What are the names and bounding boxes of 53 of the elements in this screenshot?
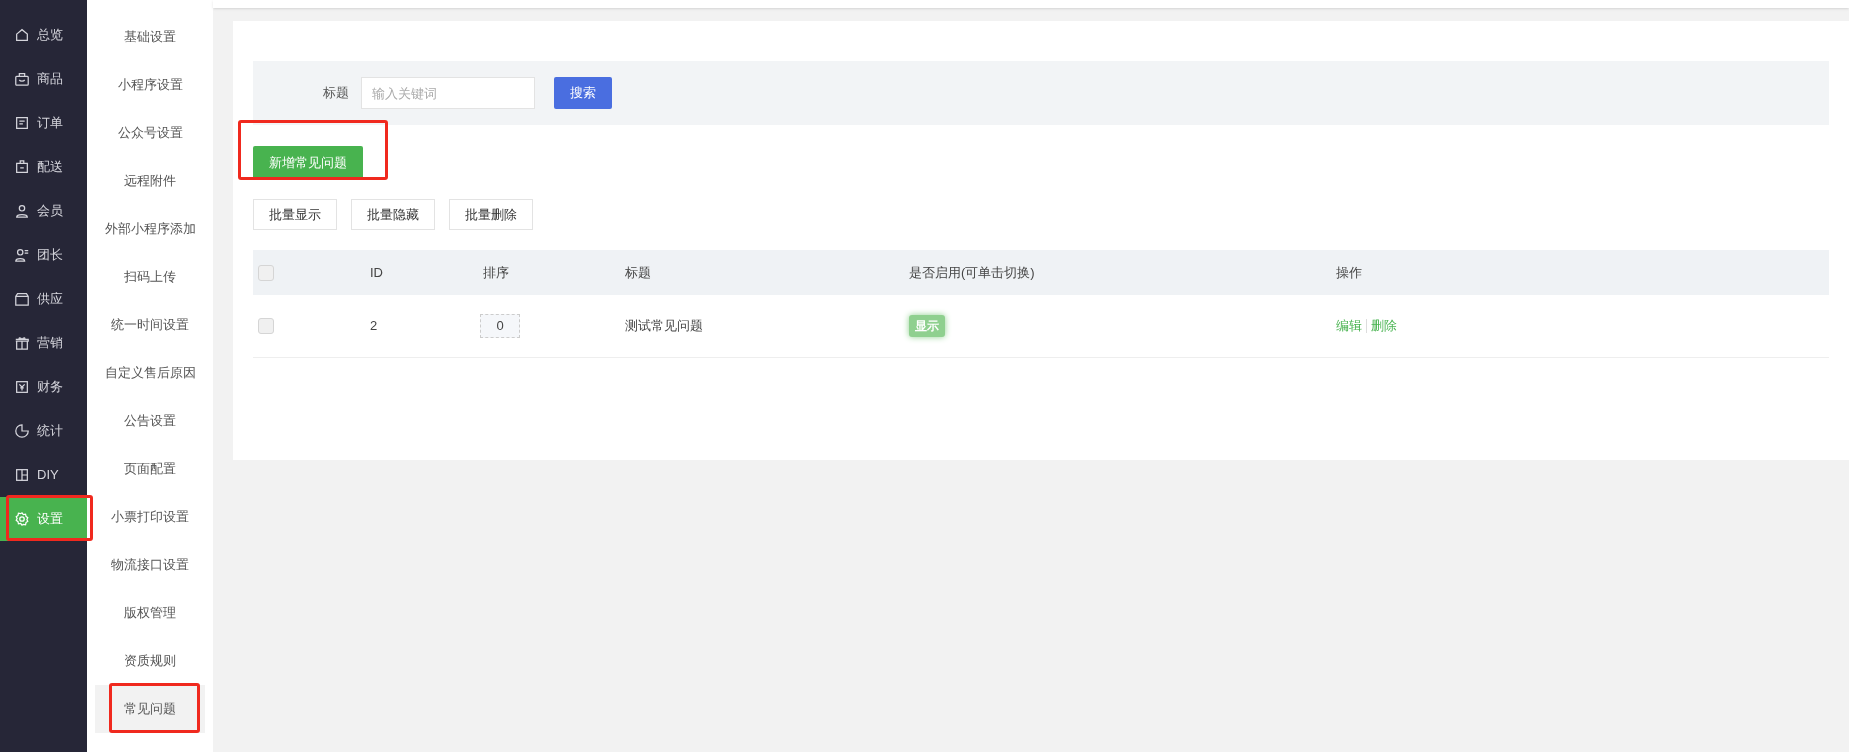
batch-button[interactable]: 批量隐藏 (351, 199, 435, 230)
nav-item[interactable]: 订单 (0, 101, 87, 145)
subnav-item[interactable]: 基础设置 (95, 13, 205, 61)
nav-item[interactable]: DIY (0, 453, 87, 497)
subnav-item[interactable]: 小程序设置 (95, 61, 205, 109)
column-header: 操作 (1336, 263, 1363, 282)
store-icon (14, 291, 30, 307)
search-button[interactable]: 搜索 (554, 77, 612, 109)
subnav-item[interactable]: 自定义售后原因 (95, 349, 205, 397)
nav-item[interactable]: 营销 (0, 321, 87, 365)
bag-icon (14, 71, 30, 87)
nav-item[interactable]: 供应 (0, 277, 87, 321)
search-field[interactable]: 输入关键词 (361, 77, 535, 109)
sort-input[interactable]: 0 (480, 314, 520, 338)
layout-icon (14, 467, 30, 483)
pie-chart-icon (14, 423, 30, 439)
nav-item[interactable]: 配送 (0, 145, 87, 189)
subnav-item[interactable]: 页面配置 (95, 445, 205, 493)
nav-item[interactable]: 总览 (0, 13, 87, 57)
subnav-item[interactable]: 远程附件 (95, 157, 205, 205)
subnav-item[interactable]: 资质规则 (95, 637, 205, 685)
table-cell: 测试常见问题 (625, 318, 703, 334)
gift-icon (14, 335, 30, 351)
column-header: 标题 (625, 263, 652, 282)
column-header: 是否启用(可单击切换) (909, 263, 1036, 282)
subnav-item[interactable]: 版权管理 (95, 589, 205, 637)
subnav-item[interactable]: 统一时间设置 (95, 301, 205, 349)
subnav-item[interactable]: 物流接口设置 (95, 541, 205, 589)
batch-button[interactable]: 批量显示 (253, 199, 337, 230)
house-icon (14, 27, 30, 43)
subnav-item[interactable]: 扫码上传 (95, 253, 205, 301)
subnav-item[interactable]: 公告设置 (95, 397, 205, 445)
nav-item[interactable]: 团长 (0, 233, 87, 277)
box-icon (14, 159, 30, 175)
subnav-item[interactable]: 小票打印设置 (95, 493, 205, 541)
nav-item[interactable]: 会员 (0, 189, 87, 233)
settings-icon (14, 511, 30, 527)
nav-item[interactable]: 财务 (0, 365, 87, 409)
table-cell: 2 (370, 318, 378, 334)
user-icon (14, 203, 30, 219)
column-header: ID (370, 263, 384, 282)
checkbox[interactable] (258, 264, 274, 281)
nav-item[interactable]: 商品 (0, 57, 87, 101)
checkbox[interactable] (258, 318, 274, 334)
column-header: 排序 (483, 263, 510, 282)
list-icon (14, 115, 30, 131)
user-list-icon (14, 247, 30, 263)
nav-item[interactable]: 统计 (0, 409, 87, 453)
batch-button[interactable]: 批量删除 (449, 199, 533, 230)
search-label: 标题 (323, 84, 349, 103)
yen-icon (14, 379, 30, 395)
subnav-item[interactable]: 外部小程序添加 (95, 205, 205, 253)
subnav-item[interactable]: 公众号设置 (95, 109, 205, 157)
